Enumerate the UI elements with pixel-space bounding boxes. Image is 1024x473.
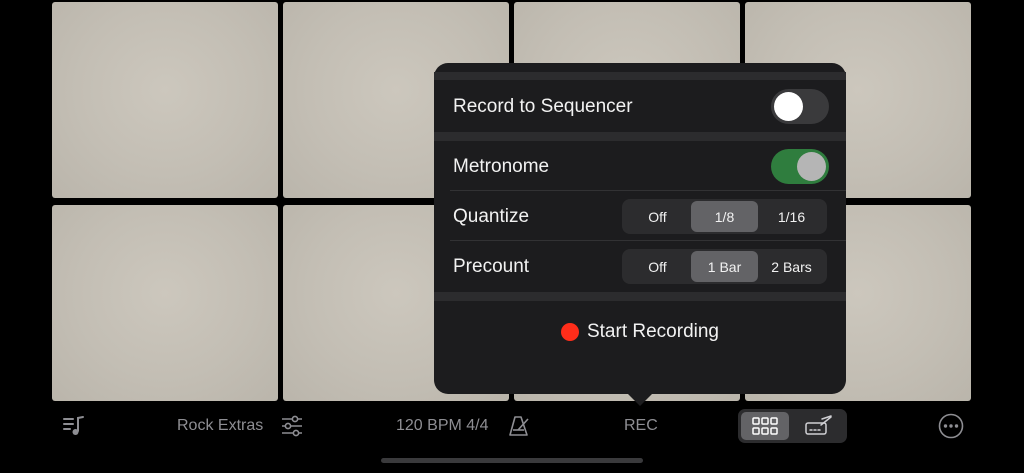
separator (434, 132, 846, 141)
music-list-icon[interactable] (62, 415, 86, 437)
start-recording-label: Start Recording (586, 321, 719, 342)
precount-segmented-control: Off 1 Bar 2 Bars (622, 249, 827, 284)
quantize-option-1-16[interactable]: 1/16 (758, 201, 825, 232)
start-recording-button[interactable]: Start Recording (434, 318, 846, 346)
grid-icon (752, 417, 778, 435)
quantize-label: Quantize (453, 206, 530, 227)
metronome-label: Metronome (453, 156, 550, 177)
precount-label: Precount (453, 256, 530, 277)
grid-view-button[interactable] (741, 412, 789, 440)
quantize-segmented-control: Off 1/8 1/16 (622, 199, 827, 234)
separator (450, 190, 846, 191)
precount-option-1-bar[interactable]: 1 Bar (691, 251, 758, 282)
metronome-icon[interactable] (507, 414, 531, 438)
record-dot-icon (560, 323, 579, 341)
separator (450, 240, 846, 241)
separator (434, 292, 846, 301)
quantize-option-off[interactable]: Off (624, 201, 691, 232)
popover-arrow (628, 394, 652, 406)
precount-option-2-bars[interactable]: 2 Bars (758, 251, 825, 282)
precount-option-off[interactable]: Off (624, 251, 691, 282)
separator (434, 72, 846, 80)
sliders-icon[interactable] (281, 415, 303, 437)
quantize-option-1-8[interactable]: 1/8 (691, 201, 758, 232)
tempo-display[interactable]: 120 BPM 4/4 (396, 417, 489, 435)
view-toggle (738, 409, 847, 443)
pencil-sequencer-icon[interactable] (804, 415, 834, 437)
metronome-switch[interactable] (771, 149, 829, 184)
switch-knob (774, 92, 803, 121)
drum-pad[interactable] (52, 2, 278, 198)
switch-knob (797, 152, 826, 181)
kit-name[interactable]: Rock Extras (177, 417, 263, 435)
drum-pad[interactable] (52, 205, 278, 401)
rec-button[interactable]: REC (624, 417, 658, 435)
recording-options-popover: Record to Sequencer Metronome Quantize O… (434, 63, 846, 406)
record-to-sequencer-label: Record to Sequencer (453, 96, 633, 117)
ellipsis-circle-icon[interactable] (938, 413, 964, 439)
home-indicator (381, 458, 643, 463)
record-to-sequencer-switch[interactable] (771, 89, 829, 124)
